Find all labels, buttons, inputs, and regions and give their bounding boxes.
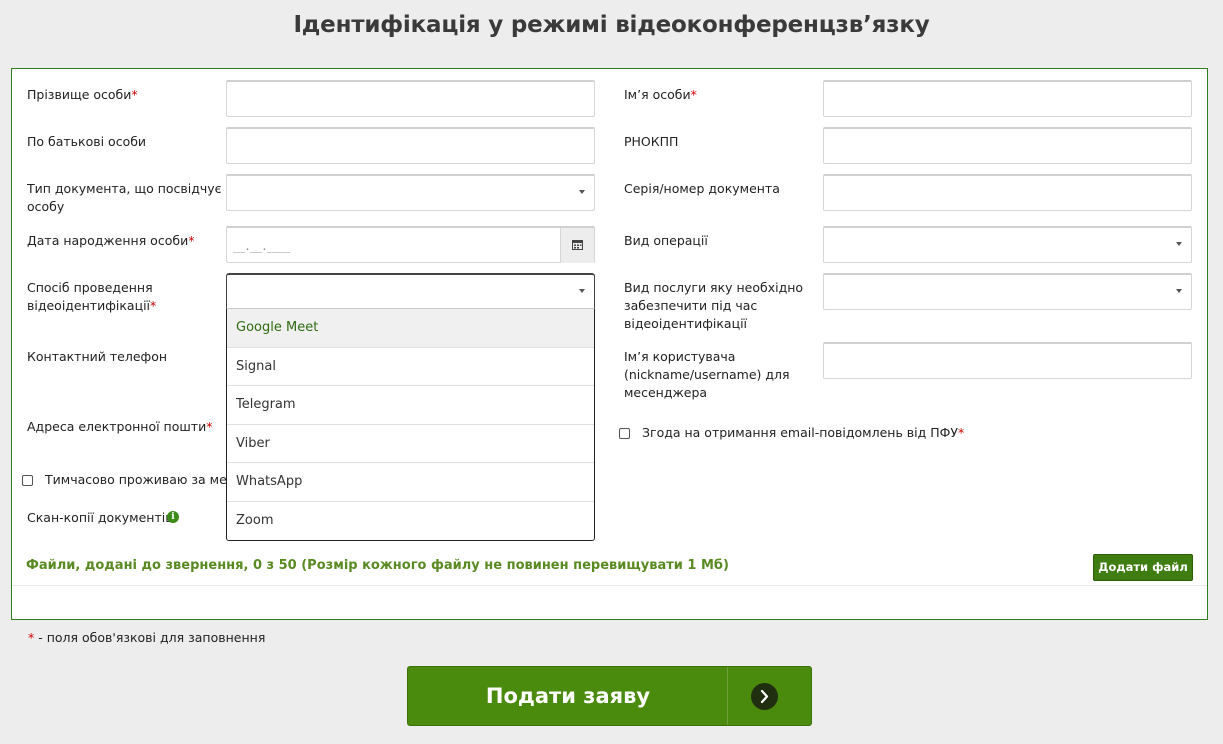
method-select[interactable] <box>226 273 595 310</box>
chevron-down-icon <box>1176 242 1182 246</box>
required-mark: * <box>958 425 965 440</box>
chevron-right-icon <box>751 683 778 710</box>
page-title: Ідентифікація у режимі відеоконференцзв’… <box>293 12 930 38</box>
consent-checkbox[interactable] <box>619 428 630 439</box>
required-note: * - поля обов'язкові для заповнення <box>28 630 266 645</box>
birth-date-input[interactable]: __.__.____ <box>226 226 595 263</box>
scans-label: Скан-копії документів <box>27 510 173 525</box>
submit-separator <box>727 667 728 725</box>
files-status: Файли, додані до звернення, 0 з 50 (Розм… <box>26 558 729 573</box>
rnokpp-input[interactable] <box>823 127 1192 164</box>
add-file-button[interactable]: Додати файл ▾ <box>1093 554 1193 599</box>
required-mark: * <box>206 419 213 434</box>
divider <box>12 585 1207 586</box>
add-file-label: Додати файл <box>1098 560 1188 574</box>
name-label: Ім’я особи* <box>624 87 697 102</box>
temp-resident-label: Тимчасово проживаю за межа <box>45 472 246 487</box>
required-mark: * <box>690 87 697 102</box>
temp-resident-checkbox[interactable] <box>22 475 33 486</box>
name-input[interactable] <box>823 80 1192 117</box>
service-label: Вид послуги яку необхідно забезпечити пі… <box>624 280 804 331</box>
doc-type-label: Тип документа, що посвідчує особу <box>27 181 222 214</box>
rnokpp-label: РНОКПП <box>624 134 679 149</box>
surname-label: Прізвище особи* <box>27 87 138 102</box>
info-icon[interactable]: i <box>167 511 179 523</box>
doc-number-input[interactable] <box>823 174 1192 211</box>
dropdown-option[interactable]: WhatsApp <box>227 463 594 502</box>
consent-label: Згода на отримання email-повідомлень від… <box>642 425 965 440</box>
doc-type-select[interactable] <box>226 174 595 211</box>
surname-input[interactable] <box>226 80 595 117</box>
username-input[interactable] <box>823 342 1192 379</box>
calendar-button[interactable] <box>560 228 594 263</box>
required-mark: * <box>131 87 138 102</box>
dropdown-option[interactable]: Zoom <box>227 502 594 541</box>
method-dropdown-list: Google Meet Signal Telegram Viber WhatsA… <box>226 308 595 541</box>
date-mask: __.__.____ <box>233 240 290 253</box>
required-mark: * <box>150 298 157 313</box>
submit-label: Подати заяву <box>485 684 651 708</box>
method-label: Спосіб проведення відеоідентифікації* <box>27 280 157 313</box>
dropdown-option[interactable]: Viber <box>227 425 594 464</box>
operation-label: Вид операції <box>624 233 708 248</box>
required-mark: * <box>188 233 195 248</box>
birth-date-label: Дата народження особи* <box>27 233 195 248</box>
username-label: Ім’я користувача (nickname/username) для… <box>624 349 790 400</box>
chevron-down-icon <box>579 190 585 194</box>
service-select[interactable] <box>823 273 1192 310</box>
chevron-down-icon <box>1176 289 1182 293</box>
phone-label: Контактний телефон <box>27 349 168 364</box>
patronymic-input[interactable] <box>226 127 595 164</box>
submit-button[interactable]: Подати заяву <box>407 666 812 726</box>
operation-select[interactable] <box>823 226 1192 263</box>
chevron-down-icon <box>579 289 585 293</box>
dropdown-option[interactable]: Google Meet <box>227 309 594 348</box>
doc-number-label: Серія/номер документа <box>624 181 780 196</box>
dropdown-option[interactable]: Telegram <box>227 386 594 425</box>
dropdown-option[interactable]: Signal <box>227 348 594 387</box>
patronymic-label: По батькові особи <box>27 134 147 149</box>
email-label: Адреса електронної пошти* <box>27 419 213 434</box>
calendar-icon <box>572 240 583 250</box>
